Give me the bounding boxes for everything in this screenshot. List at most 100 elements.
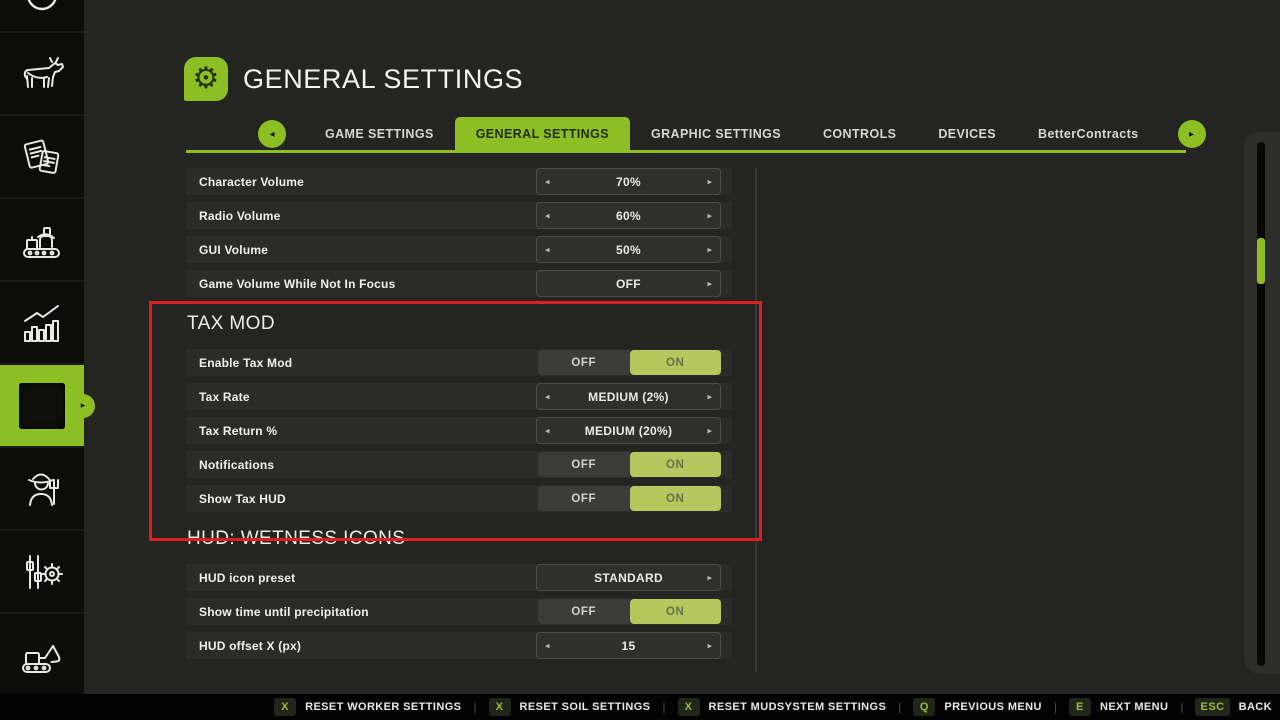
tab-bar: ◂ GAME SETTINGSGENERAL SETTINGSGRAPHIC SE… <box>258 117 1206 151</box>
arrow-right-icon[interactable]: ▸ <box>707 278 712 289</box>
gear-icon: ⚙ <box>184 57 228 101</box>
sidebar-item-production[interactable] <box>0 199 84 282</box>
tab-controls[interactable]: CONTROLS <box>802 117 917 151</box>
arrow-right-icon[interactable]: ▸ <box>707 176 712 187</box>
action-reset-worker-settings[interactable]: XRESET WORKER SETTINGS <box>274 698 461 716</box>
content-divider <box>755 168 757 672</box>
value-selector[interactable]: ◂OFF▸ <box>536 270 721 297</box>
action-reset-soil-settings[interactable]: XRESET SOIL SETTINGS <box>489 698 651 716</box>
arrow-left-icon[interactable]: ◂ <box>545 640 550 651</box>
page-title: GENERAL SETTINGS <box>243 64 523 95</box>
row-label: HUD offset X (px) <box>199 639 301 653</box>
settings-row-hud-offset-x-px[interactable]: HUD offset X (px) ◂15▸ <box>186 632 732 659</box>
row-label: Show Tax HUD <box>199 492 286 506</box>
selector-value: 15 <box>537 639 720 653</box>
toggle-switch[interactable]: OFFON <box>538 599 721 624</box>
value-selector[interactable]: ◂70%▸ <box>536 168 721 195</box>
toggle-off-button[interactable]: OFF <box>538 350 630 375</box>
settings-row-tax-rate[interactable]: Tax Rate◂MEDIUM (2%)▸ <box>186 383 732 410</box>
value-selector[interactable]: ◂STANDARD▸ <box>536 564 721 591</box>
settings-row-tax-return[interactable]: Tax Return % ◂MEDIUM (20%)▸ <box>186 417 732 444</box>
separator: | <box>1054 700 1057 714</box>
settings-row-notifications[interactable]: NotificationsOFFON <box>186 451 732 478</box>
settings-row-game-volume-while-not-in-focus[interactable]: Game Volume While Not In Focus ◂OFF▸ <box>186 270 732 297</box>
toggle-off-button[interactable]: OFF <box>538 486 630 511</box>
action-label: PREVIOUS MENU <box>944 701 1042 713</box>
key-badge: ESC <box>1195 698 1229 716</box>
settings-row-gui-volume[interactable]: GUI Volume◂50%▸ <box>186 236 732 263</box>
documents-icon <box>19 134 65 180</box>
farmer-icon <box>19 466 65 512</box>
tab-graphic-settings[interactable]: GRAPHIC SETTINGS <box>630 117 802 151</box>
settings-row-character-volume[interactable]: Character Volume◂70%▸ <box>186 168 732 195</box>
settings-row-hud-icon-preset[interactable]: HUD icon preset ◂STANDARD▸ <box>186 564 732 591</box>
arrow-right-icon[interactable]: ▸ <box>707 244 712 255</box>
settings-row-show-time-until-precipitation[interactable]: Show time until precipitationOFFON <box>186 598 732 625</box>
toggle-on-button[interactable]: ON <box>630 350 722 375</box>
sidebar-item-construction[interactable] <box>0 614 84 697</box>
section-title-tax-mod: TAX MOD <box>187 313 732 335</box>
tabs-next-button[interactable]: ▸ <box>1178 120 1206 148</box>
scrollbar-thumb[interactable] <box>1257 238 1265 284</box>
selector-value: 70% <box>537 175 720 189</box>
action-reset-mudsystem-settings[interactable]: XRESET MUDSYSTEM SETTINGS <box>678 698 887 716</box>
row-label: Game Volume While Not In Focus <box>199 277 395 291</box>
cow-icon <box>18 52 66 96</box>
settings-row-enable-tax-mod[interactable]: Enable Tax ModOFFON <box>186 349 732 376</box>
arrow-left-icon[interactable]: ◂ <box>545 210 550 221</box>
toggle-switch[interactable]: OFFON <box>538 486 721 511</box>
sidebar-item-contracts[interactable] <box>0 116 84 199</box>
value-selector[interactable]: ◂MEDIUM (20%)▸ <box>536 417 721 444</box>
toggle-switch[interactable]: OFFON <box>538 452 721 477</box>
action-next-menu[interactable]: ENEXT MENU <box>1069 698 1168 716</box>
toggle-switch[interactable]: OFFON <box>538 350 721 375</box>
value-selector[interactable]: ◂15▸ <box>536 632 721 659</box>
toggle-off-button[interactable]: OFF <box>538 452 630 477</box>
arrow-left-icon[interactable]: ◂ <box>545 176 550 187</box>
tab-game-settings[interactable]: GAME SETTINGS <box>304 117 455 151</box>
tab-devices[interactable]: DEVICES <box>917 117 1017 151</box>
toggle-off-button[interactable]: OFF <box>538 599 630 624</box>
arrow-right-icon[interactable]: ▸ <box>707 391 712 402</box>
arrow-left-icon[interactable]: ◂ <box>545 391 550 402</box>
action-back[interactable]: ESCBACK <box>1195 698 1272 716</box>
value-selector[interactable]: ◂50%▸ <box>536 236 721 263</box>
arrow-right-icon[interactable]: ▸ <box>707 640 712 651</box>
arrow-left-icon[interactable]: ◂ <box>545 425 550 436</box>
sidebar-item-mod-menu[interactable]: ▸ <box>0 365 84 448</box>
arrow-right-icon[interactable]: ▸ <box>707 210 712 221</box>
settings-row-show-tax-hud[interactable]: Show Tax HUD OFFON <box>186 485 732 512</box>
selector-value: 60% <box>537 209 720 223</box>
value-selector[interactable]: ◂60%▸ <box>536 202 721 229</box>
key-badge: E <box>1069 698 1091 716</box>
sidebar-item-animals[interactable] <box>0 33 84 116</box>
arrow-left-icon[interactable]: ◂ <box>545 244 550 255</box>
sliders-icon <box>19 549 65 595</box>
action-label: RESET MUDSYSTEM SETTINGS <box>709 701 887 713</box>
scrollbar-track[interactable] <box>1257 142 1265 666</box>
row-label: HUD icon preset <box>199 571 295 585</box>
separator: | <box>473 700 476 714</box>
sidebar-item-statistics[interactable] <box>0 282 84 365</box>
settings-row-radio-volume[interactable]: Radio Volume◂60%▸ <box>186 202 732 229</box>
key-badge: X <box>489 698 511 716</box>
tab-general-settings[interactable]: GENERAL SETTINGS <box>455 117 630 151</box>
toggle-on-button[interactable]: ON <box>630 486 722 511</box>
sidebar-item-players[interactable] <box>0 448 84 531</box>
separator: | <box>662 700 665 714</box>
toggle-on-button[interactable]: ON <box>630 452 722 477</box>
row-label: Tax Return % <box>199 424 277 438</box>
sidebar-item-settings[interactable] <box>0 531 84 614</box>
value-selector[interactable]: ◂MEDIUM (2%)▸ <box>536 383 721 410</box>
separator: | <box>898 700 901 714</box>
arrow-right-icon[interactable]: ▸ <box>707 425 712 436</box>
action-previous-menu[interactable]: QPREVIOUS MENU <box>913 698 1042 716</box>
excavator-icon <box>18 633 66 677</box>
sidebar-item-top-partial[interactable] <box>0 0 84 33</box>
toggle-on-button[interactable]: ON <box>630 599 722 624</box>
selector-value: MEDIUM (20%) <box>537 424 720 438</box>
tab-bettercontracts[interactable]: BetterContracts <box>1017 117 1159 151</box>
arrow-right-icon[interactable]: ▸ <box>707 572 712 583</box>
tabs-prev-button[interactable]: ◂ <box>258 120 286 148</box>
page-header: ⚙ GENERAL SETTINGS <box>184 57 523 101</box>
